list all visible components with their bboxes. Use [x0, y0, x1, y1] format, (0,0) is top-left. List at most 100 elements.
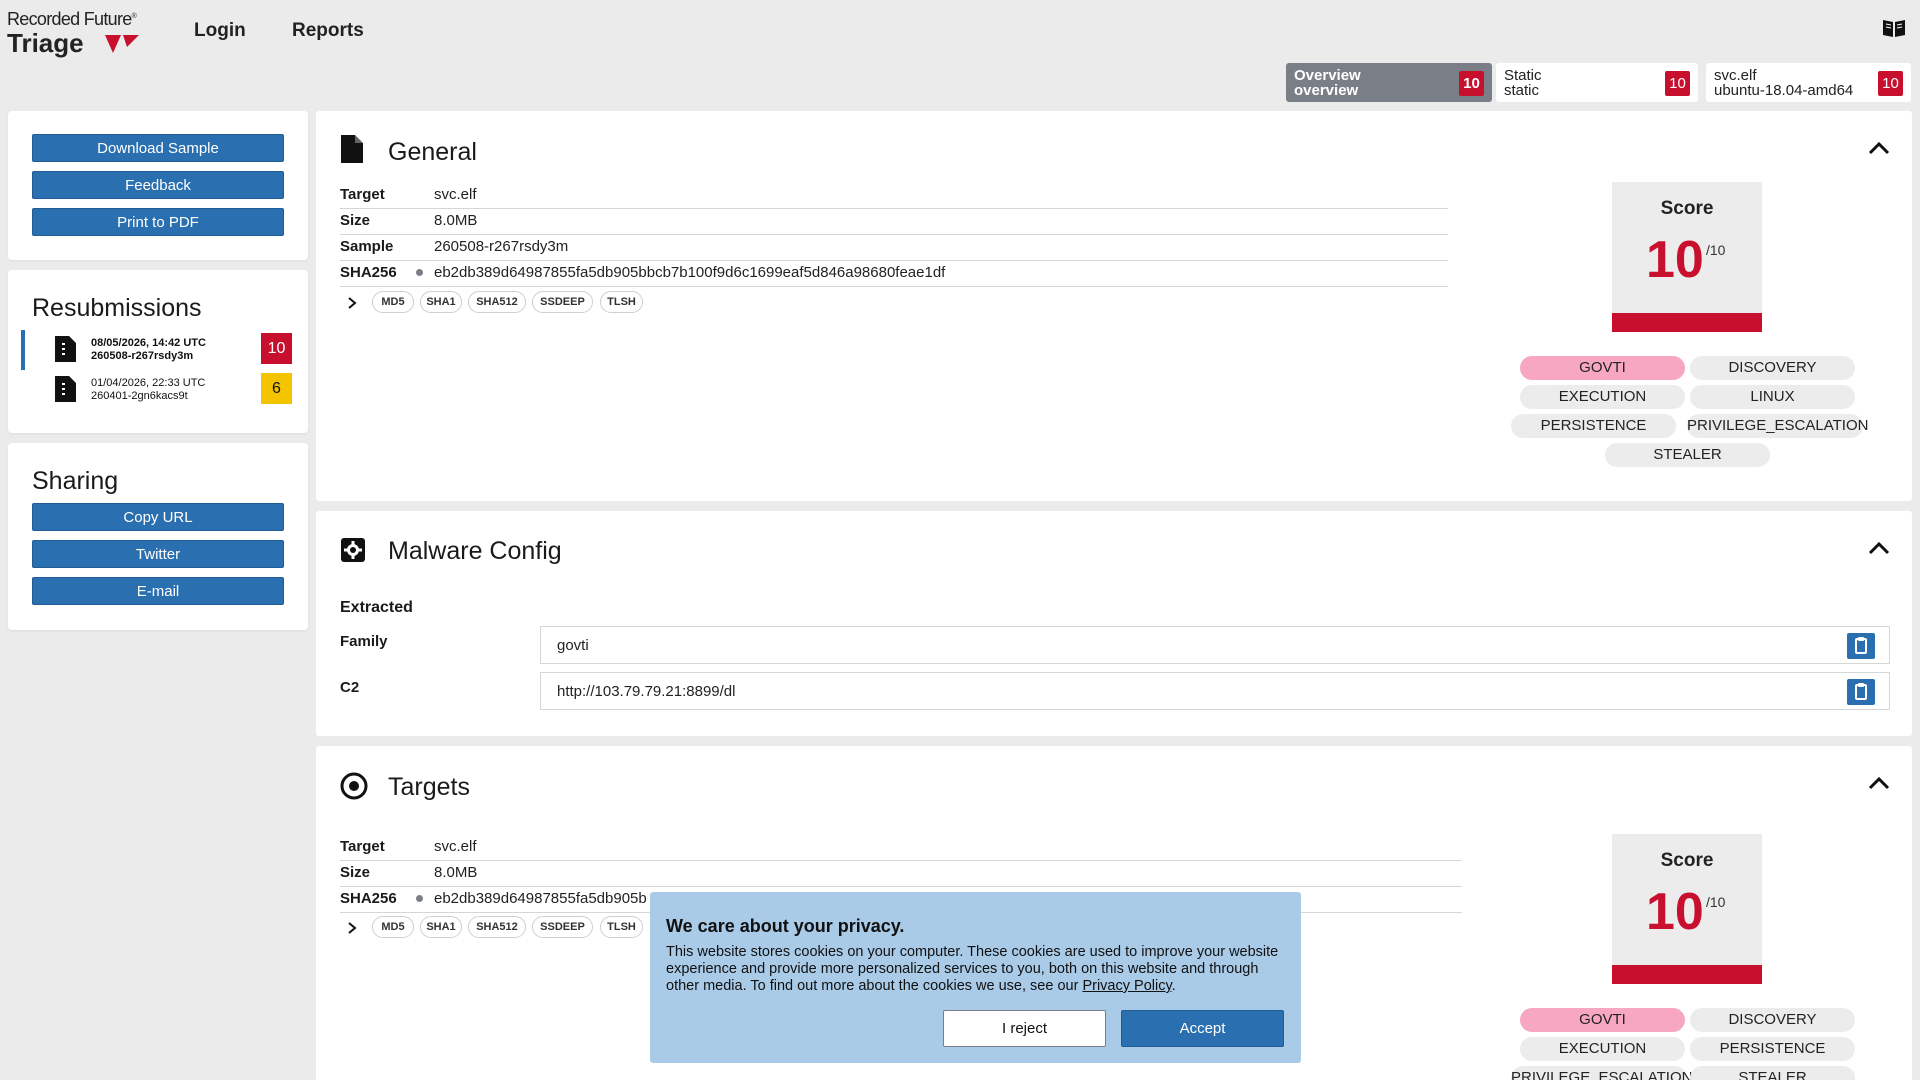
malware-config-title: Malware Config: [388, 537, 562, 565]
tab-static[interactable]: Static static 10: [1496, 63, 1698, 102]
actions-card: Download Sample Feedback Print to PDF: [8, 111, 308, 260]
extracted-heading: Extracted: [340, 599, 413, 616]
tag-execution[interactable]: EXECUTION: [1520, 385, 1685, 409]
hash-ssdeep-button[interactable]: SSDEEP: [532, 916, 593, 938]
family-label: Family: [340, 633, 388, 650]
file-icon: [341, 135, 363, 163]
docs-book-icon[interactable]: [1882, 18, 1906, 38]
copy-c2-button[interactable]: [1847, 679, 1875, 705]
print-to-pdf-button[interactable]: Print to PDF: [32, 208, 284, 236]
family-field[interactable]: govti: [540, 626, 1890, 664]
resubmission-item[interactable]: 01/04/2026, 22:33 UTC 260401-2gn6kacs9t …: [21, 370, 292, 406]
sharing-card: Sharing Copy URL Twitter E-mail: [8, 443, 308, 630]
tag-privilege-escalation[interactable]: PRIVILEGE_ESCALATION: [1687, 414, 1868, 438]
sample-value: 260508-r267rsdy3m: [434, 238, 569, 255]
clipboard-icon: [1855, 683, 1867, 700]
score-value: 10: [1646, 231, 1704, 289]
hash-md5-button[interactable]: MD5: [372, 291, 414, 313]
c2-value: http://103.79.79.21:8899/dl: [557, 683, 736, 700]
c2-field[interactable]: http://103.79.79.21:8899/dl: [540, 672, 1890, 710]
divider: [340, 260, 1448, 261]
tag-execution[interactable]: EXECUTION: [1520, 1037, 1685, 1061]
reject-cookies-button[interactable]: I reject: [943, 1010, 1106, 1047]
brand-line2: Triage: [7, 28, 84, 58]
tab-overview[interactable]: Overview overview 10: [1286, 63, 1492, 102]
selected-indicator: [21, 330, 25, 370]
collapse-chevron-icon[interactable]: [1868, 541, 1890, 555]
tag-discovery[interactable]: DISCOVERY: [1690, 1008, 1855, 1032]
tag-privilege-escalation[interactable]: PRIVILEGE_ESCALATION: [1511, 1066, 1692, 1080]
clipboard-icon: [1855, 637, 1867, 654]
hash-sha512-button[interactable]: SHA512: [468, 916, 526, 938]
top-bar: Recorded Future® Triage Login Reports Ov…: [0, 0, 1920, 102]
score-strip: [1612, 313, 1762, 332]
hash-ssdeep-button[interactable]: SSDEEP: [532, 291, 593, 313]
tab-overview-title: Overview: [1294, 67, 1361, 84]
hash-tlsh-button[interactable]: TLSH: [600, 916, 643, 938]
sha256-value[interactable]: eb2db389d64987855fa5db905b: [434, 890, 647, 907]
tab-svc-elf-score: 10: [1878, 71, 1903, 96]
download-sample-button[interactable]: Download Sample: [32, 134, 284, 162]
resubmission-item[interactable]: 08/05/2026, 14:42 UTC 260508-r267rsdy3m …: [21, 330, 292, 370]
score-max: /10: [1706, 242, 1726, 258]
resubmission-id: 260401-2gn6kacs9t: [91, 390, 188, 402]
resubmission-id: 260508-r267rsdy3m: [91, 350, 194, 362]
tab-static-title: Static: [1504, 67, 1542, 84]
privacy-policy-link[interactable]: Privacy Policy: [1082, 978, 1171, 994]
tag-govti[interactable]: GOVTI: [1520, 1008, 1685, 1032]
status-dot: [416, 269, 423, 276]
accept-cookies-button[interactable]: Accept: [1121, 1010, 1284, 1047]
collapse-chevron-icon[interactable]: [1868, 776, 1890, 790]
field-label: Target: [340, 186, 385, 203]
hash-md5-button[interactable]: MD5: [372, 916, 414, 938]
copy-url-button[interactable]: Copy URL: [32, 503, 284, 531]
copy-family-button[interactable]: [1847, 633, 1875, 659]
score-label: Score: [1660, 850, 1714, 871]
expand-hashes-chevron-icon[interactable]: [347, 921, 357, 935]
tab-svc-elf-sub: ubuntu-18.04-amd64: [1714, 82, 1854, 99]
collapse-chevron-icon[interactable]: [1868, 141, 1890, 155]
field-label: Size: [340, 864, 371, 881]
divider: [340, 860, 1462, 861]
tag-linux[interactable]: LINUX: [1690, 385, 1855, 409]
resubmission-date: 08/05/2026, 14:42 UTC: [91, 337, 206, 349]
target-value: svc.elf: [434, 838, 477, 855]
gear-icon: [341, 538, 365, 562]
nav-reports[interactable]: Reports: [292, 20, 364, 42]
sharing-title: Sharing: [32, 467, 119, 495]
score-box: Score 10 /10: [1612, 182, 1762, 332]
privacy-period: .: [1171, 978, 1176, 994]
tag-govti[interactable]: GOVTI: [1520, 356, 1685, 380]
sha256-value[interactable]: eb2db389d64987855fa5db905bbcb7b100f9d6c1…: [434, 264, 945, 281]
divider: [340, 234, 1448, 235]
tag-stealer[interactable]: STEALER: [1690, 1066, 1855, 1080]
score-box: Score 10 /10: [1612, 834, 1762, 984]
triage-logo[interactable]: Recorded Future® Triage: [7, 8, 147, 58]
hash-sha1-button[interactable]: SHA1: [420, 916, 462, 938]
email-share-button[interactable]: E-mail: [32, 577, 284, 605]
tab-overview-score: 10: [1459, 71, 1484, 96]
c2-label: C2: [340, 679, 360, 696]
family-value: govti: [557, 637, 589, 654]
tag-stealer[interactable]: STEALER: [1605, 443, 1770, 467]
divider: [340, 286, 1448, 287]
field-label: Target: [340, 838, 385, 855]
tag-discovery[interactable]: DISCOVERY: [1690, 356, 1855, 380]
expand-hashes-chevron-icon[interactable]: [347, 296, 357, 310]
feedback-button[interactable]: Feedback: [32, 171, 284, 199]
nav-login[interactable]: Login: [194, 20, 246, 42]
tag-persistence[interactable]: PERSISTENCE: [1690, 1037, 1855, 1061]
hash-sha512-button[interactable]: SHA512: [468, 291, 526, 313]
hash-sha1-button[interactable]: SHA1: [420, 291, 462, 313]
logo-mark-icon: [105, 35, 139, 53]
tab-svc-elf[interactable]: svc.elf ubuntu-18.04-amd64 10: [1706, 63, 1911, 102]
field-label: SHA256: [340, 264, 397, 281]
field-label: Sample: [340, 238, 394, 255]
privacy-title: We care about your privacy.: [666, 916, 905, 936]
status-dot: [416, 895, 423, 902]
hash-tlsh-button[interactable]: TLSH: [600, 291, 643, 313]
resubmission-score: 10: [261, 333, 292, 364]
brand-trademark: ®: [131, 13, 137, 20]
tag-persistence[interactable]: PERSISTENCE: [1511, 414, 1676, 438]
twitter-share-button[interactable]: Twitter: [32, 540, 284, 568]
